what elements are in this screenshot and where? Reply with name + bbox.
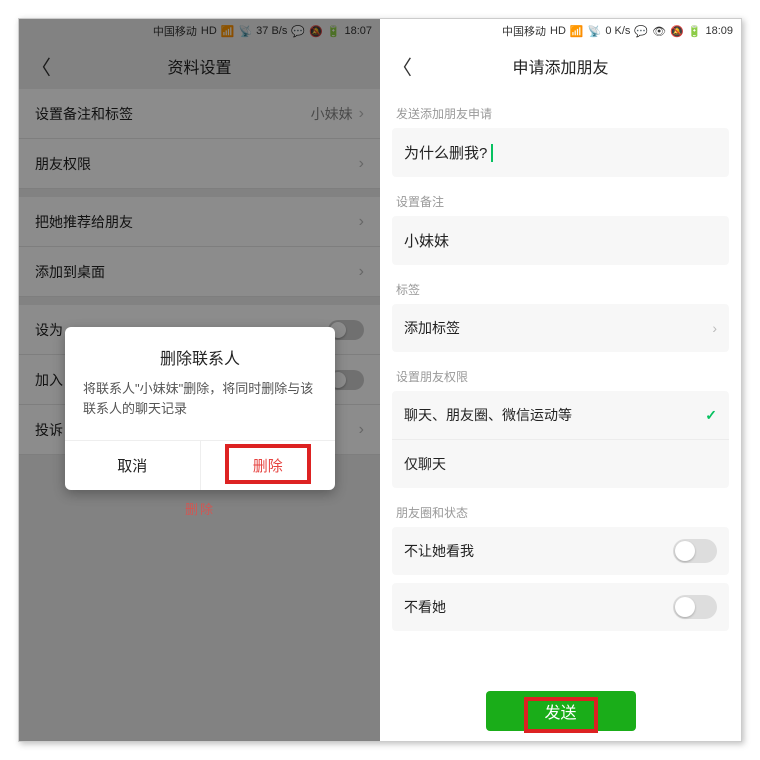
row-label: 添加标签 [404, 318, 460, 338]
dialog-title: 删除联系人 [65, 327, 335, 379]
permission-option-chat-only[interactable]: 仅聊天 [392, 440, 729, 488]
wifi-icon: 📡 [588, 25, 602, 38]
mute-icon: 🔕 [670, 25, 684, 38]
input-value: 小妹妹 [404, 230, 449, 251]
toggle-switch[interactable] [673, 539, 717, 563]
section-label-remark: 设置备注 [380, 177, 741, 216]
left-screenshot: 中国移动 HD 📶 📡 37 B/s 💬 🔕 🔋 18:07 〈 资料设置 设置… [19, 19, 380, 741]
friend-request-input[interactable]: 为什么删我? [392, 128, 729, 177]
section-label-moments: 朋友圈和状态 [380, 488, 741, 527]
signal-icon: 📶 [570, 25, 584, 38]
send-button[interactable]: 发送 [486, 691, 636, 731]
hide-from-her-row[interactable]: 不让她看我 [392, 527, 729, 575]
chevron-right-icon: › [712, 320, 717, 336]
delete-contact-dialog: 删除联系人 将联系人"小妹妹"删除，将同时删除与该联系人的聊天记录 取消 删除 … [65, 327, 335, 490]
page-title: 申请添加朋友 [512, 54, 608, 78]
text-cursor [491, 144, 493, 162]
option-label: 仅聊天 [404, 454, 446, 474]
row-label: 不看她 [404, 597, 446, 617]
section-label-request: 发送添加朋友申请 [380, 89, 741, 128]
dialog-body: 将联系人"小妹妹"删除，将同时删除与该联系人的聊天记录 [65, 379, 335, 440]
net-badge: HD [550, 25, 566, 37]
permission-options: 聊天、朋友圈、微信运动等 ✓ 仅聊天 [392, 391, 729, 488]
behind-delete-text: 删除 [185, 499, 215, 518]
wechat-icon: 💬 [634, 25, 648, 38]
option-label: 聊天、朋友圈、微信运动等 [404, 405, 572, 425]
checkmark-icon: ✓ [705, 407, 717, 424]
speed-text: 0 K/s [605, 25, 630, 37]
add-tag-row[interactable]: 添加标签 › [392, 304, 729, 352]
carrier-text: 中国移动 [502, 23, 546, 39]
hide-her-row[interactable]: 不看她 [392, 583, 729, 631]
section-label-tag: 标签 [380, 265, 741, 304]
right-screenshot: 中国移动 HD 📶 📡 0 K/s 💬 👁 🔕 🔋 18:09 〈 申请添加朋友… [380, 19, 741, 741]
section-label-permission: 设置朋友权限 [380, 352, 741, 391]
cancel-button[interactable]: 取消 [65, 441, 201, 490]
eye-icon: 👁 [652, 25, 666, 38]
remark-input[interactable]: 小妹妹 [392, 216, 729, 265]
clock-text: 18:09 [705, 25, 733, 37]
status-bar: 中国移动 HD 📶 📡 0 K/s 💬 👁 🔕 🔋 18:09 [380, 19, 741, 43]
battery-icon: 🔋 [688, 25, 702, 38]
back-icon[interactable]: 〈 [392, 52, 412, 81]
navbar: 〈 申请添加朋友 [380, 43, 741, 89]
send-label: 发送 [544, 699, 576, 723]
input-value: 为什么删我? [404, 142, 487, 163]
row-label: 不让她看我 [404, 541, 474, 561]
delete-button[interactable]: 删除 [201, 441, 336, 490]
toggle-switch[interactable] [673, 595, 717, 619]
permission-option-full[interactable]: 聊天、朋友圈、微信运动等 ✓ [392, 391, 729, 440]
